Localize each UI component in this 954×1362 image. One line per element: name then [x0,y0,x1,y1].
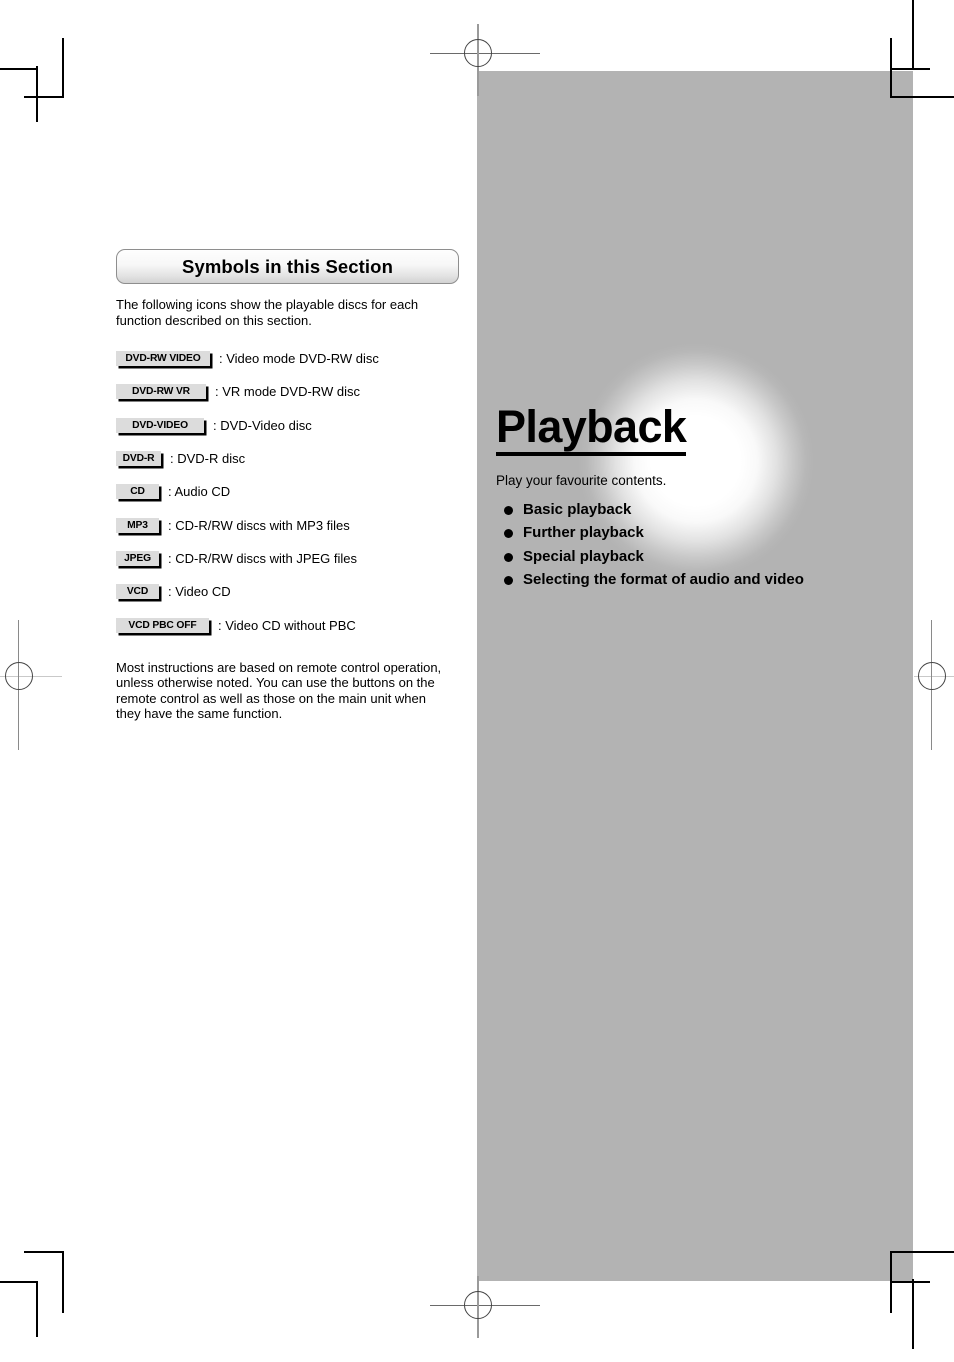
list-item-label: Special playback [523,547,644,565]
list-item: DVD-RW VIDEO : Video mode DVD-RW disc [116,342,461,375]
symbol-description: : Video mode DVD-RW disc [219,351,379,367]
bullet-icon [504,505,513,515]
bullet-icon [504,552,513,562]
crop-mark-bottom-right [824,1221,954,1351]
list-item: VCD PBC OFF : Video CD without PBC [116,608,461,641]
symbol-description: : Video CD without PBC [218,617,356,633]
page-title: Playback [496,404,687,456]
symbols-column: Symbols in this Section The following ic… [116,249,461,722]
bullet-icon [504,576,513,586]
disc-badge-dvd-rw-vr: DVD-RW VR [116,384,206,400]
symbol-description: : CD-R/RW discs with MP3 files [168,517,350,533]
disc-badge-cd: CD [116,484,159,500]
list-item[interactable]: Further playback [496,521,896,545]
list-item: DVD-R : DVD-R disc [116,442,461,475]
disc-badge-dvd-r: DVD-R [116,451,161,467]
symbol-legend-list: DVD-RW VIDEO : Video mode DVD-RW disc DV… [116,342,461,642]
list-item: DVD-RW VR : VR mode DVD-RW disc [116,375,461,408]
list-item: MP3 : CD-R/RW discs with MP3 files [116,508,461,541]
disc-badge-dvd-video: DVD-VIDEO [116,417,204,433]
disc-badge-mp3: MP3 [116,517,159,533]
list-item: JPEG : CD-R/RW discs with JPEG files [116,542,461,575]
list-item[interactable]: Selecting the format of audio and video [496,568,896,592]
list-item: CD : Audio CD [116,475,461,508]
registration-mark-bottom [430,1272,540,1362]
registration-mark-left [0,620,90,750]
closing-paragraph: Most instructions are based on remote co… [116,659,442,722]
intro-paragraph: The following icons show the playable di… [116,297,419,328]
registration-mark-top [430,10,540,110]
panel-glow-decoration [477,71,913,1281]
disc-badge-dvd-rw-video: DVD-RW VIDEO [116,351,210,367]
disc-badge-vcd: VCD [116,584,159,600]
list-item: VCD : Video CD [116,575,461,608]
list-item-label: Selecting the format of audio and video [523,571,804,589]
symbol-description: : Video CD [168,584,231,600]
crop-mark-top-right [824,0,954,130]
list-item-label: Further playback [523,524,644,542]
symbol-description: : VR mode DVD-RW disc [215,384,360,400]
symbol-description: : Audio CD [168,484,231,500]
bullet-icon [504,529,513,539]
list-item[interactable]: Special playback [496,545,896,569]
symbol-description: : CD-R/RW discs with JPEG files [168,550,358,566]
disc-badge-vcd-pbc-off: VCD PBC OFF [116,617,209,633]
panel-subtitle: Play your favourite contents. [496,473,667,488]
registration-mark-right [900,620,954,750]
list-item[interactable]: Basic playback [496,498,896,522]
section-header: Symbols in this Section [116,249,459,284]
list-item: DVD-VIDEO : DVD-Video disc [116,409,461,442]
crop-mark-top-left [0,0,130,130]
section-header-title: Symbols in this Section [182,255,393,277]
playback-panel: Playback Play your favourite contents. B… [477,71,913,1281]
crop-mark-bottom-left [0,1221,130,1351]
panel-content: Playback Play your favourite contents. B… [496,404,896,592]
panel-topic-list: Basic playback Further playback Special … [496,498,896,592]
disc-badge-jpeg: JPEG [116,550,159,566]
list-item-label: Basic playback [523,500,632,518]
symbol-description: : DVD-Video disc [213,417,312,433]
symbol-description: : DVD-R disc [170,451,246,467]
